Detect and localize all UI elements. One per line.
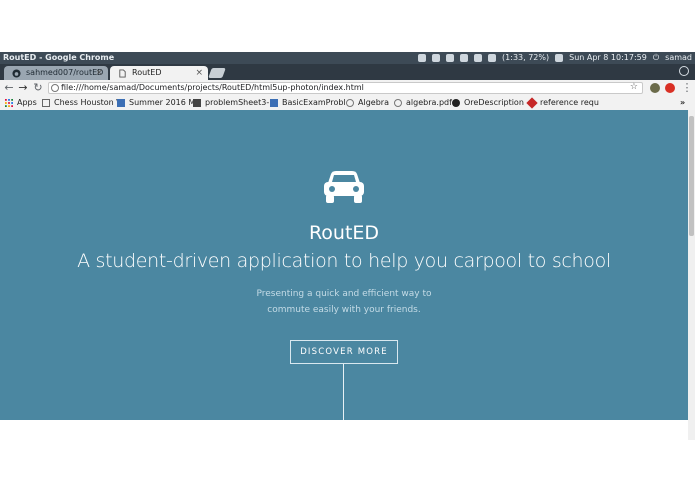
forward-arrow-icon[interactable]: → <box>16 81 30 95</box>
browser-toolbar: ← → ↻ file:///home/samad/Documents/proje… <box>0 80 695 96</box>
system-title-bar: RoutED - Google Chrome (1:33, 72%) Sun A… <box>0 52 695 64</box>
bookmark-reference-requ[interactable]: reference requ <box>526 96 599 110</box>
volume-icon[interactable] <box>555 54 564 62</box>
doc-icon <box>193 99 201 107</box>
close-icon[interactable]: × <box>195 66 203 80</box>
menu-icon[interactable]: ⋮ <box>680 81 694 95</box>
tab-label: RoutED <box>132 68 162 77</box>
bookmark-basicexam[interactable]: BasicExamProbl <box>270 96 346 110</box>
bookmark-algebra[interactable]: Algebra <box>346 96 389 110</box>
bookmark-label: algebra.pdf <box>406 98 452 107</box>
bookmark-summer-2016[interactable]: Summer 2016 M <box>117 96 195 110</box>
bookmark-label: BasicExamProbl <box>282 98 346 107</box>
system-tray: (1:33, 72%) Sun Apr 8 10:17:59 ⏻ samad <box>418 52 692 64</box>
car-icon <box>324 171 364 203</box>
bookmarks-bar: Apps Chess Houston \ Summer 2016 M probl… <box>0 96 695 111</box>
star-icon[interactable]: ☆ <box>630 82 638 92</box>
file-icon <box>346 99 354 107</box>
page-icon <box>119 69 126 78</box>
tab-routed[interactable]: RoutED × <box>110 66 208 80</box>
bookmark-oredescription[interactable]: OreDescription <box>452 96 524 110</box>
doc-icon <box>117 99 125 107</box>
extension-icon[interactable] <box>650 83 660 93</box>
scroll-indicator-line <box>343 364 344 420</box>
battery-status[interactable]: (1:33, 72%) <box>502 52 549 64</box>
user-name[interactable]: samad <box>665 52 692 64</box>
bookmark-chess-houston[interactable]: Chess Houston \ <box>42 96 119 110</box>
address-bar[interactable]: file:///home/samad/Documents/projects/Ro… <box>48 82 643 94</box>
battery-icon[interactable] <box>488 54 497 62</box>
hero-description: Presenting a quick and efficient way to … <box>0 286 688 318</box>
hero-title: RoutED <box>308 222 380 244</box>
info-icon[interactable] <box>51 84 59 92</box>
discover-more-button[interactable]: DISCOVER MORE <box>290 340 398 364</box>
hero-subtitle: A student-driven application to help you… <box>77 250 611 272</box>
bluetooth-icon[interactable] <box>474 54 483 62</box>
apps-grid-icon <box>5 99 13 107</box>
bookmark-label: Algebra <box>358 98 389 107</box>
doc-icon <box>270 99 278 107</box>
file-icon <box>394 99 402 107</box>
scrollbar-thumb[interactable] <box>689 116 694 236</box>
steam-icon[interactable] <box>418 54 427 62</box>
screen-top-margin <box>0 0 695 52</box>
bookmark-apps[interactable]: Apps <box>5 96 37 110</box>
profile-icon[interactable] <box>679 66 689 76</box>
tab-strip: sahmed007/routED × RoutED × <box>0 64 695 80</box>
tab-label: sahmed007/routED <box>26 68 104 77</box>
wifi-icon[interactable] <box>446 54 455 62</box>
keyboard-icon[interactable] <box>460 54 469 62</box>
bookmark-label: problemSheet3- <box>205 98 270 107</box>
chat-icon[interactable] <box>432 54 441 62</box>
bookmark-algebra-pdf[interactable]: algebra.pdf <box>394 96 452 110</box>
hero-description-line: commute easily with your friends. <box>267 305 421 315</box>
hero-banner: RoutED A student-driven application to h… <box>0 110 688 420</box>
back-arrow-icon[interactable]: ← <box>2 81 16 95</box>
bookmark-label: reference requ <box>540 98 599 107</box>
github-icon <box>12 69 21 78</box>
hero-description-line: Presenting a quick and efficient way to <box>256 289 432 299</box>
reload-icon[interactable]: ↻ <box>31 81 45 95</box>
page-scrollbar[interactable] <box>688 110 695 440</box>
close-icon[interactable]: × <box>95 66 103 80</box>
power-icon[interactable]: ⏻ <box>653 52 659 64</box>
bookmark-label: Summer 2016 M <box>129 98 196 107</box>
bookmarks-overflow-icon[interactable]: » <box>680 96 685 110</box>
bookmark-label: Chess Houston \ <box>54 98 119 107</box>
doc-icon <box>452 99 460 107</box>
bookmark-label: Apps <box>17 98 37 107</box>
stack-icon <box>526 97 538 109</box>
tab-github[interactable]: sahmed007/routED × <box>4 66 108 80</box>
bookmark-label: OreDescription <box>464 98 524 107</box>
clock[interactable]: Sun Apr 8 10:17:59 <box>569 52 647 64</box>
bookmark-problemsheet3[interactable]: problemSheet3- <box>193 96 269 110</box>
adblock-icon[interactable] <box>665 83 675 93</box>
url-text: file:///home/samad/Documents/projects/Ro… <box>61 83 364 92</box>
window-title: RoutED - Google Chrome <box>3 53 115 62</box>
page-icon <box>42 99 50 107</box>
